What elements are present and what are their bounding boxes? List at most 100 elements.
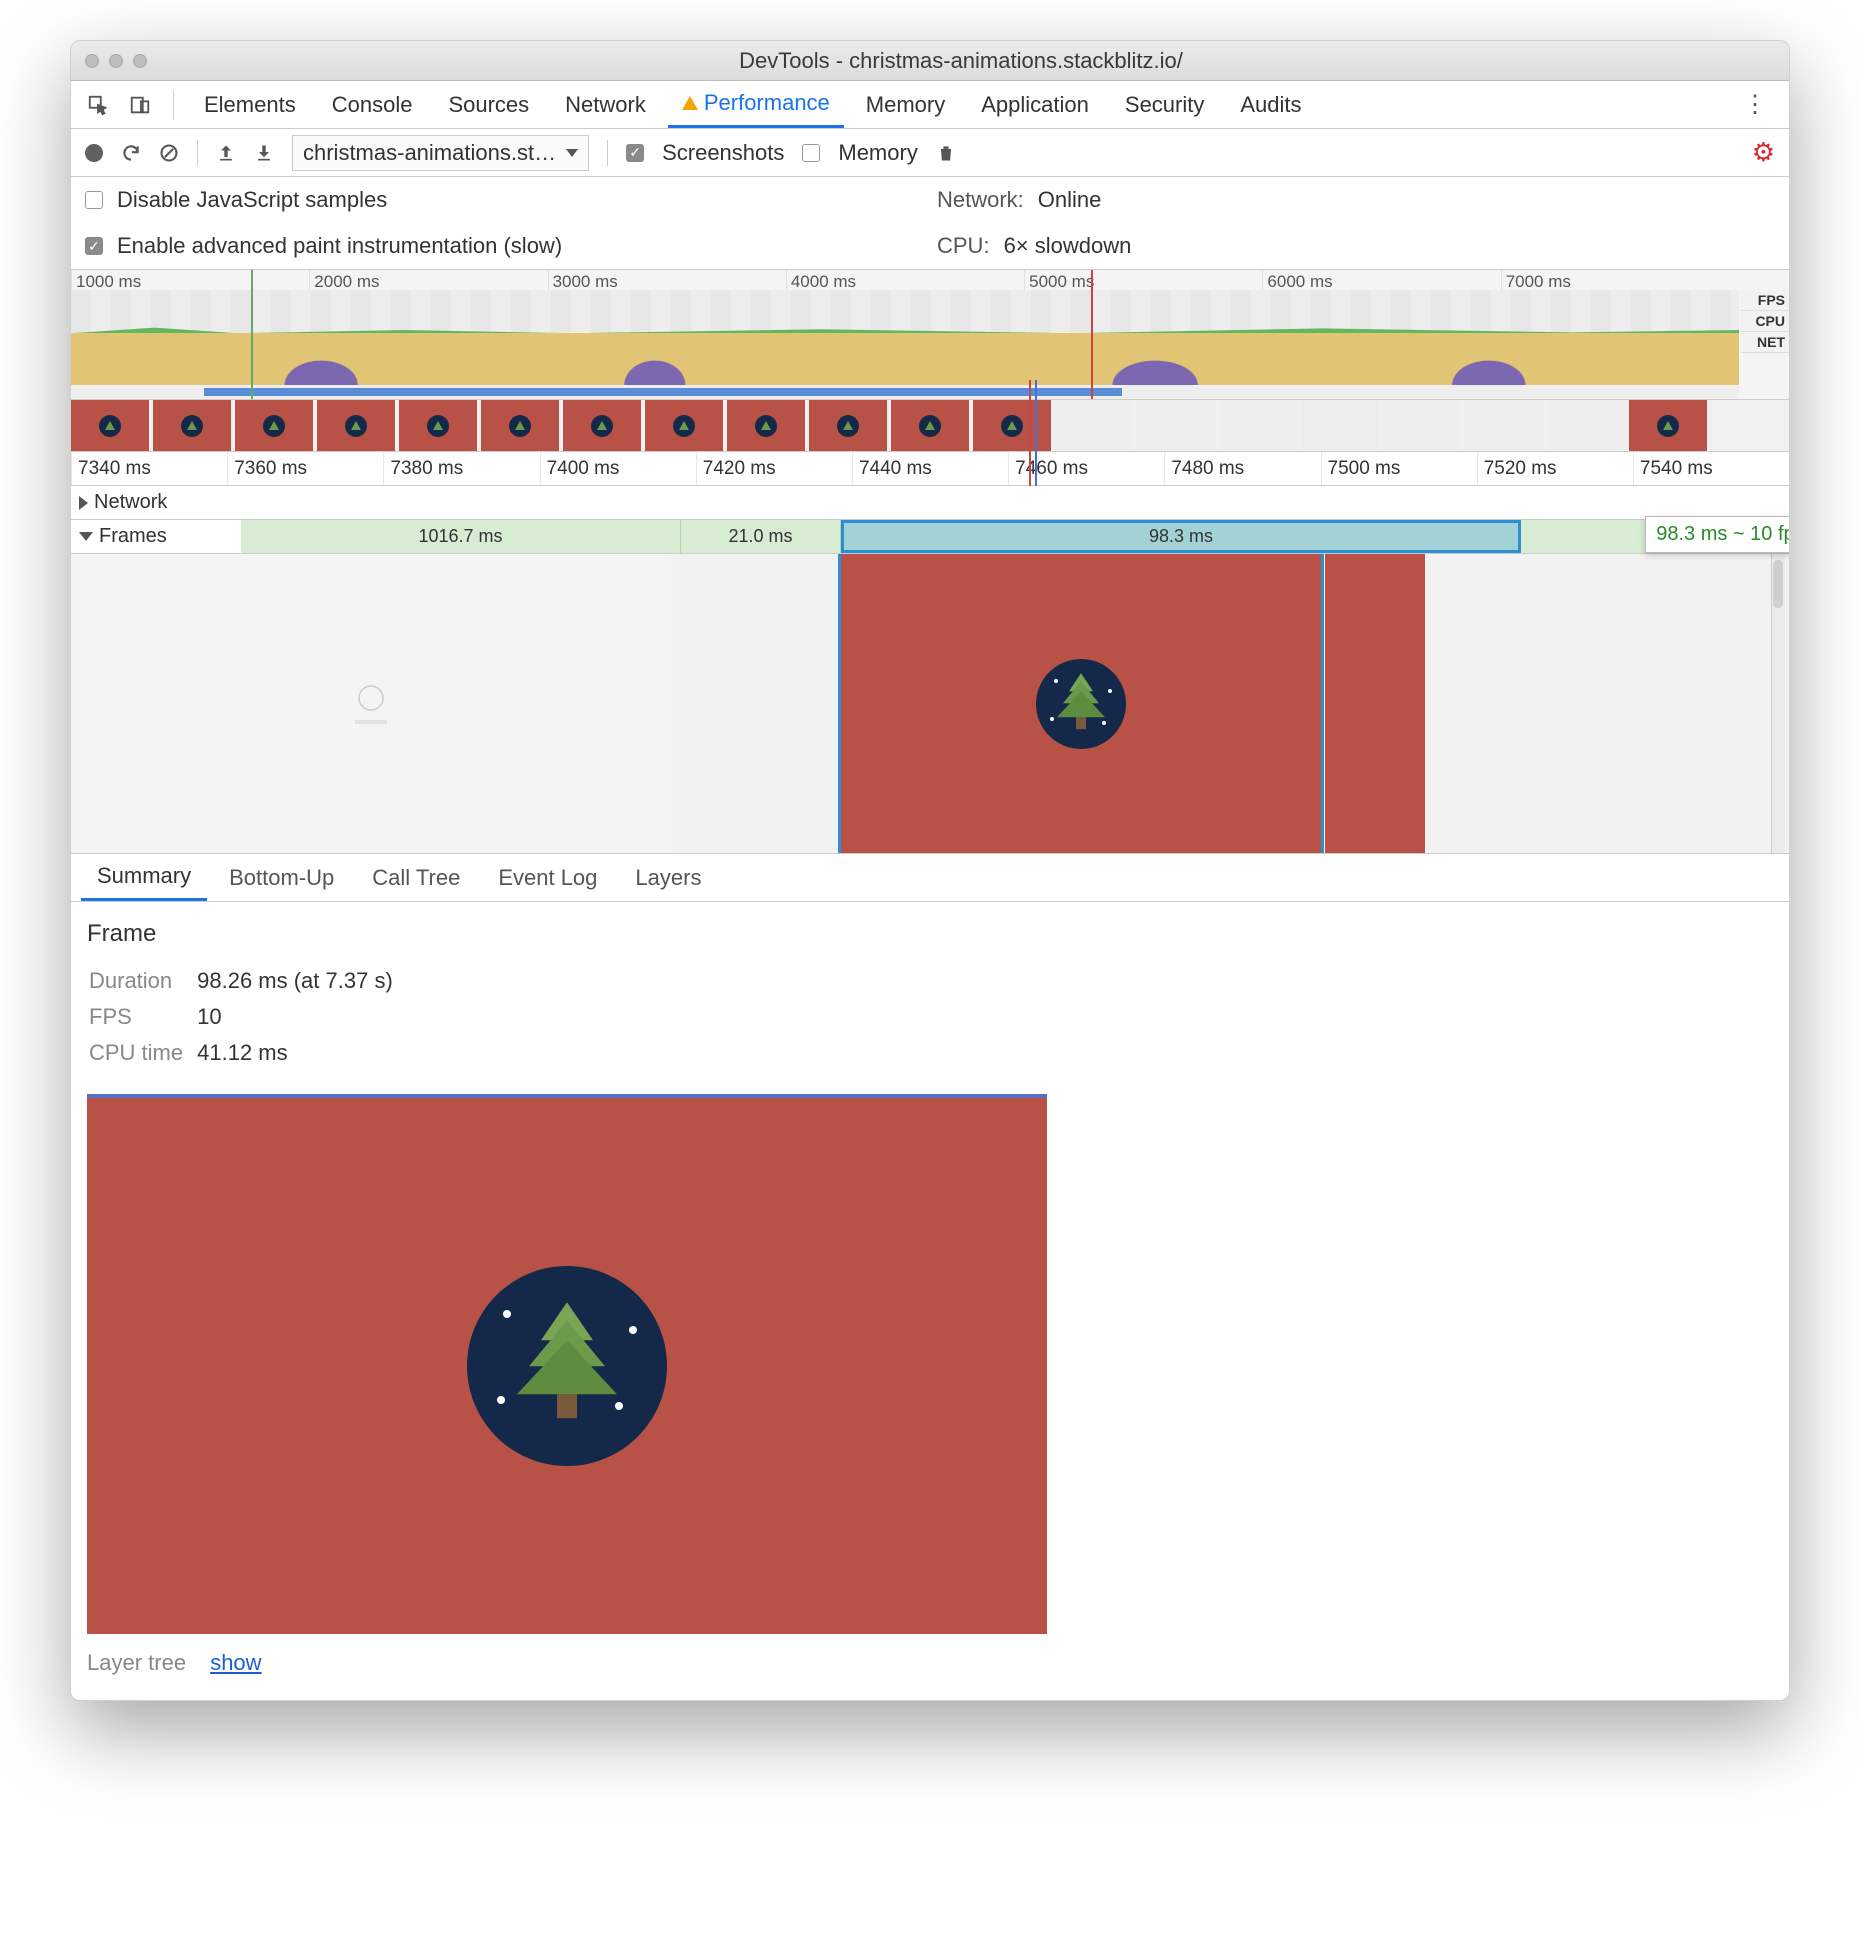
upload-icon[interactable]: [216, 143, 236, 163]
filmstrip-cell[interactable]: [71, 400, 149, 451]
dtab-eventlog[interactable]: Event Log: [482, 854, 613, 901]
overview-range-end[interactable]: [1091, 270, 1093, 399]
tab-memory[interactable]: Memory: [852, 81, 959, 128]
ruler-tick: 7340 ms: [71, 452, 227, 485]
tab-security[interactable]: Security: [1111, 81, 1218, 128]
traffic-lights: [85, 54, 147, 68]
profile-select[interactable]: christmas-animations.st…: [292, 135, 589, 171]
filmstrip-cell[interactable]: [1383, 400, 1461, 451]
frame-thumb-next[interactable]: [1325, 554, 1425, 853]
disable-js-checkbox[interactable]: [85, 191, 103, 209]
dtab-layers[interactable]: Layers: [619, 854, 717, 901]
frames-bar[interactable]: 1016.7 ms21.0 ms98.3 ms 98.3 ms ~ 10 fps…: [241, 520, 1789, 553]
ruler-tick: 7500 ms: [1321, 452, 1477, 485]
filmstrip-cell[interactable]: [153, 400, 231, 451]
clear-icon[interactable]: [159, 143, 179, 163]
filmstrip-cell[interactable]: [1547, 400, 1625, 451]
filmstrip-cell[interactable]: [973, 400, 1051, 451]
tree-mini-icon: [919, 415, 941, 437]
frame-segment[interactable]: 21.0 ms: [681, 520, 841, 553]
tab-audits[interactable]: Audits: [1226, 81, 1315, 128]
overview-cpu-band: [71, 333, 1739, 385]
tree-mini-icon: [345, 415, 367, 437]
filmstrip-cell[interactable]: [563, 400, 641, 451]
tree-mini-icon: [99, 415, 121, 437]
filmstrip-cell[interactable]: [317, 400, 395, 451]
flame-rows: Network Frames 1016.7 ms21.0 ms98.3 ms 9…: [71, 486, 1789, 854]
paint-checkbox[interactable]: ✓: [85, 237, 103, 255]
settings-gear-icon[interactable]: ⚙: [1752, 137, 1775, 168]
ruler-tick: 7400 ms: [540, 452, 696, 485]
summary-pane: Frame Duration98.26 ms (at 7.37 s) FPS10…: [71, 902, 1789, 1700]
screenshots-checkbox[interactable]: ✓: [626, 144, 644, 162]
ruler-tick: 7480 ms: [1164, 452, 1320, 485]
device-toggle-icon[interactable]: [123, 88, 157, 122]
perf-settings: Disable JavaScript samples Network: Onli…: [71, 177, 1789, 270]
more-menu-icon[interactable]: ⋮: [1731, 90, 1779, 119]
window-title: DevTools - christmas-animations.stackbli…: [147, 48, 1775, 74]
filmstrip-cell[interactable]: [1465, 400, 1543, 451]
main-tabs: Elements Console Sources Network Perform…: [71, 81, 1789, 129]
expand-icon: [79, 496, 88, 510]
inspect-icon[interactable]: [81, 88, 115, 122]
filmstrip-cell[interactable]: [1137, 400, 1215, 451]
download-icon[interactable]: [254, 143, 274, 163]
row-network[interactable]: Network: [71, 486, 1789, 520]
frame-screenshots[interactable]: [71, 554, 1789, 854]
warning-icon: [682, 96, 698, 110]
frame-tooltip: 98.3 ms ~ 10 fps Frame: [1645, 516, 1790, 553]
filmstrip-cell[interactable]: [1301, 400, 1379, 451]
filmstrip-cell[interactable]: [235, 400, 313, 451]
filmstrip-cell[interactable]: [1219, 400, 1297, 451]
min-traffic[interactable]: [109, 54, 123, 68]
tab-elements[interactable]: Elements: [190, 81, 310, 128]
chevron-down-icon: [566, 149, 578, 157]
overview-net-band: [71, 385, 1739, 399]
filmstrip-cell[interactable]: [809, 400, 887, 451]
gc-icon[interactable]: [936, 143, 956, 163]
record-icon[interactable]: [85, 144, 103, 162]
ruler-tick: 7460 ms: [1008, 452, 1164, 485]
filmstrip-cell[interactable]: [481, 400, 559, 451]
ruler-tick: 7440 ms: [852, 452, 1008, 485]
vertical-scrollbar[interactable]: [1771, 554, 1785, 853]
tab-console[interactable]: Console: [318, 81, 427, 128]
filmstrip-cell[interactable]: [1055, 400, 1133, 451]
frame-thumb-prev[interactable]: [71, 554, 671, 853]
frame-thumb-selected[interactable]: [841, 554, 1321, 853]
tab-application[interactable]: Application: [967, 81, 1103, 128]
tree-mini-icon: [837, 415, 859, 437]
dtab-bottomup[interactable]: Bottom-Up: [213, 854, 350, 901]
perf-toolbar: christmas-animations.st… ✓ Screenshots M…: [71, 129, 1789, 177]
filmstrip-cell[interactable]: [1629, 400, 1707, 451]
tree-mini-icon: [1657, 415, 1679, 437]
tree-mini-icon: [181, 415, 203, 437]
filmstrip-cell[interactable]: [727, 400, 805, 451]
frame-segment[interactable]: 98.3 ms: [841, 520, 1521, 553]
filmstrip-cell[interactable]: [645, 400, 723, 451]
devtools-window: DevTools - christmas-animations.stackbli…: [70, 40, 1790, 1701]
overview-timeline[interactable]: 1000 ms2000 ms3000 ms4000 ms5000 ms6000 …: [71, 270, 1789, 400]
tree-mini-icon: [263, 415, 285, 437]
tab-performance[interactable]: Performance: [668, 81, 844, 128]
screenshots-label: Screenshots: [662, 140, 784, 166]
filmstrip-cell[interactable]: [399, 400, 477, 451]
time-ruler[interactable]: 7340 ms7360 ms7380 ms7400 ms7420 ms7440 …: [71, 452, 1789, 486]
filmstrip-cell[interactable]: [891, 400, 969, 451]
memory-checkbox[interactable]: [802, 144, 820, 162]
network-label: Network:: [937, 187, 1024, 213]
filmstrip[interactable]: [71, 400, 1789, 452]
tab-sources[interactable]: Sources: [434, 81, 543, 128]
close-traffic[interactable]: [85, 54, 99, 68]
overview-range-start[interactable]: [251, 270, 253, 399]
max-traffic[interactable]: [133, 54, 147, 68]
ruler-tick: 7360 ms: [227, 452, 383, 485]
frame-segment[interactable]: 1016.7 ms: [241, 520, 681, 553]
row-frames[interactable]: Frames 1016.7 ms21.0 ms98.3 ms 98.3 ms ~…: [71, 520, 1789, 554]
tab-network[interactable]: Network: [551, 81, 660, 128]
dtab-summary[interactable]: Summary: [81, 854, 207, 901]
dtab-calltree[interactable]: Call Tree: [356, 854, 476, 901]
layer-tree-show-link[interactable]: show: [210, 1650, 261, 1675]
reload-icon[interactable]: [121, 143, 141, 163]
tree-mini-icon: [673, 415, 695, 437]
